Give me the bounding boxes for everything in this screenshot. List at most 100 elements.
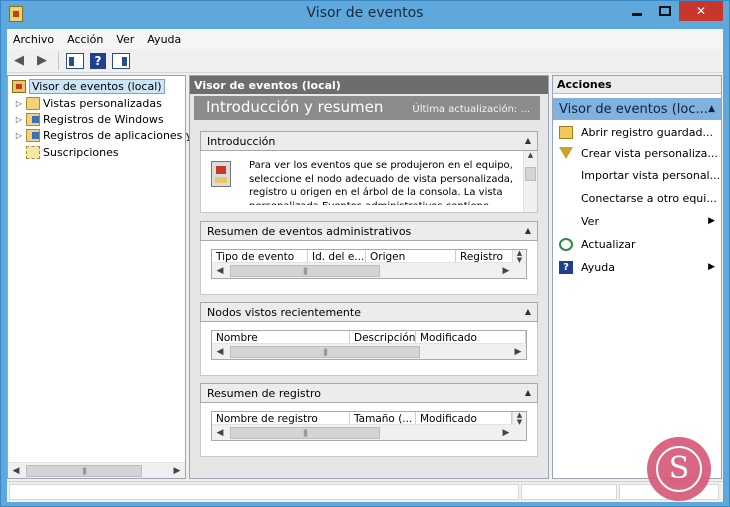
tree-item-label: Registros de aplicaciones y s (43, 128, 202, 142)
grid-horizontal-scrollbar[interactable]: ◀ ||| ▶ (212, 343, 526, 359)
expand-arrow-icon[interactable]: ▷ (14, 115, 24, 124)
minimize-icon (632, 12, 642, 16)
section-recent-nodes-header[interactable]: Nodos vistos recientemente ▲ (200, 302, 538, 322)
actions-group-event-viewer[interactable]: Visor de eventos (loc... ▲ (553, 98, 721, 120)
scroll-right-icon[interactable]: ▶ (498, 263, 514, 279)
action-connect-computer[interactable]: Conectarse a otro equi... (553, 188, 721, 208)
help-button[interactable]: ? (88, 52, 108, 70)
scroll-right-icon[interactable]: ▶ (510, 344, 526, 360)
scroll-up-icon[interactable]: ▲ (524, 151, 537, 163)
action-refresh[interactable]: Actualizar (553, 234, 721, 254)
tree-item-subscriptions[interactable]: Suscripciones (24, 144, 119, 160)
scroll-right-icon[interactable]: ▶ (169, 463, 185, 479)
grid-horizontal-scrollbar[interactable]: ◀ ||| ▶ (212, 424, 514, 440)
collapse-icon[interactable]: ▲ (708, 104, 715, 114)
scroll-thumb[interactable]: ||| (26, 464, 142, 477)
section-recent-nodes-body: Nombre Descripción Modificado ◀ ||| ▶ (200, 322, 538, 376)
scroll-left-icon[interactable]: ◀ (212, 425, 228, 441)
menu-ver[interactable]: Ver (116, 33, 134, 46)
scroll-thumb[interactable] (525, 167, 536, 181)
grid-vertical-scrollbar[interactable]: ▲ ▼ (512, 250, 526, 278)
scroll-track[interactable]: ||| (24, 464, 169, 478)
last-updated-label: Última actualización: ... (412, 104, 530, 115)
tree-item-custom-views[interactable]: ▷ Vistas personalizadas (14, 95, 162, 111)
collapse-icon[interactable]: ▲ (525, 307, 531, 316)
scroll-thumb[interactable]: ||| (230, 264, 380, 277)
section-introduction-header[interactable]: Introducción ▲ (200, 131, 538, 151)
folder-icon (26, 96, 40, 110)
scroll-thumb[interactable]: ||| (230, 345, 420, 358)
tree-horizontal-scrollbar[interactable]: ◀ ||| ▶ (8, 462, 185, 478)
introduction-scrollbar[interactable]: ▲ (523, 151, 537, 212)
section-log-summary-header[interactable]: Resumen de registro ▲ (200, 383, 538, 403)
tree-item-windows-logs[interactable]: ▷ Registros de Windows (14, 111, 164, 127)
status-bar (7, 481, 723, 501)
grid-horizontal-scrollbar[interactable]: ◀ ||| ▶ (212, 262, 514, 278)
section-title: Introducción (207, 134, 276, 148)
admin-events-grid[interactable]: Tipo de evento Id. del e... Origen Regis… (211, 249, 527, 279)
tree-item-app-logs[interactable]: ▷ Registros de aplicaciones y s (14, 127, 202, 143)
action-help[interactable]: ? Ayuda ▶ (553, 257, 721, 277)
expand-arrow-icon[interactable]: ▷ (14, 99, 24, 108)
section-introduction-body: Para ver los eventos que se produjeron e… (200, 151, 538, 213)
refresh-icon (559, 237, 573, 251)
arrow-right-icon: ▶ (37, 53, 47, 68)
window-title: Visor de eventos (306, 5, 424, 21)
introduction-text: Para ver los eventos que se produjeron e… (249, 160, 514, 205)
collapse-icon[interactable]: ▲ (525, 226, 531, 235)
center-pane: Visor de eventos (local) Introducción y … (189, 75, 549, 479)
menu-ayuda[interactable]: Ayuda (147, 33, 181, 46)
show-hide-actions-button[interactable] (111, 52, 131, 70)
action-label: Importar vista personal... (581, 168, 721, 182)
site-logo-watermark: S (647, 437, 711, 501)
expand-arrow-icon[interactable]: ▷ (14, 131, 24, 140)
scroll-left-icon[interactable]: ◀ (212, 263, 228, 279)
scroll-left-icon[interactable]: ◀ (8, 463, 24, 479)
collapse-icon[interactable]: ▲ (525, 388, 531, 397)
submenu-arrow-icon: ▶ (708, 216, 715, 226)
submenu-arrow-icon: ▶ (708, 262, 715, 272)
arrow-left-icon: ◀ (14, 53, 24, 68)
subscriptions-icon (26, 145, 40, 159)
close-button[interactable]: ✕ (679, 1, 723, 21)
maximize-button[interactable] (651, 1, 679, 21)
recent-nodes-grid[interactable]: Nombre Descripción Modificado ◀ ||| ▶ (211, 330, 527, 360)
action-label: Abrir registro guardad... (581, 125, 713, 139)
menu-bar: Archivo Acción Ver Ayuda (7, 29, 723, 49)
minimize-button[interactable] (623, 1, 651, 21)
tree-item-event-viewer-local[interactable]: Visor de eventos (local) (10, 78, 165, 94)
log-summary-grid[interactable]: Nombre de registro Tamaño (... Modificad… (211, 411, 527, 441)
action-pane-icon (112, 52, 130, 69)
scroll-thumb[interactable]: ||| (230, 426, 380, 439)
scroll-right-icon[interactable]: ▶ (498, 425, 514, 441)
overview-title: Introducción y resumen (206, 98, 384, 116)
action-create-custom-view[interactable]: Crear vista personaliza... (553, 143, 721, 163)
event-viewer-icon (12, 79, 26, 93)
section-admin-events-header[interactable]: Resumen de eventos administrativos ▲ (200, 221, 538, 241)
action-import-custom-view[interactable]: Importar vista personal... (553, 165, 721, 185)
center-pane-header: Visor de eventos (local) (190, 76, 548, 94)
forward-button[interactable]: ▶ (32, 52, 52, 70)
tree-item-label: Suscripciones (43, 145, 119, 159)
console-tree[interactable]: Visor de eventos (local) ▷ Vistas person… (7, 75, 202, 479)
filter-icon (559, 146, 573, 160)
show-hide-tree-button[interactable] (65, 52, 85, 70)
section-admin-events-body: Tipo de evento Id. del e... Origen Regis… (200, 241, 538, 295)
scroll-track[interactable]: ||| (228, 264, 498, 278)
menu-archivo[interactable]: Archivo (13, 33, 54, 46)
overview-banner: Introducción y resumen Última actualizac… (194, 96, 540, 120)
toolbar-separator (58, 51, 59, 70)
tree-item-label: Vistas personalizadas (43, 96, 162, 110)
action-view[interactable]: Ver ▶ (553, 211, 721, 231)
back-button[interactable]: ◀ (9, 52, 29, 70)
collapse-icon[interactable]: ▲ (525, 136, 531, 145)
logs-icon (26, 112, 40, 126)
scroll-left-icon[interactable]: ◀ (212, 344, 228, 360)
action-open-saved-log[interactable]: Abrir registro guardad... (553, 122, 721, 142)
grid-vertical-scrollbar[interactable]: ▲ ▼ (512, 412, 526, 440)
actions-group-label: Visor de eventos (loc... (559, 101, 708, 117)
title-bar[interactable]: Visor de eventos ✕ (1, 1, 729, 29)
scroll-track[interactable]: ||| (228, 426, 498, 440)
scroll-track[interactable]: ||| (228, 345, 510, 359)
menu-accion[interactable]: Acción (67, 33, 103, 46)
